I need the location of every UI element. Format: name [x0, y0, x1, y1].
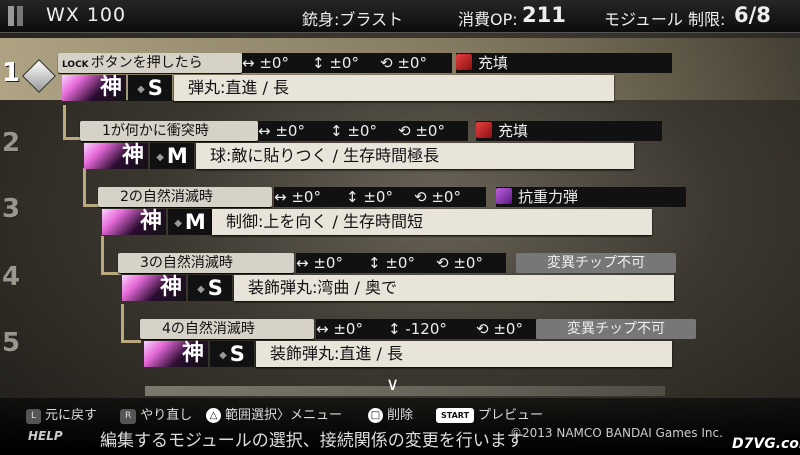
module-condition[interactable]: LOCK ボタンを押したら — [58, 53, 242, 73]
module-angles[interactable]: ↔ ±0° ↕ ±0° ⟲ ±0° — [296, 253, 506, 273]
bullet-description[interactable]: 弾丸:直進 / 長 — [174, 75, 614, 101]
op-label: 消費OP: — [458, 10, 518, 29]
bullet-size: ◆ M — [168, 209, 212, 235]
bullet-size: ◆ S — [210, 341, 254, 367]
weapon-icon — [8, 6, 23, 26]
bullet-description[interactable]: 制御:上を向く / 生存時間短 — [212, 209, 652, 235]
chip-icon — [496, 188, 512, 204]
watermark: D7VG.com — [732, 436, 800, 452]
chip-icon — [456, 54, 472, 70]
no-chip-label: 変異チップ不可 — [516, 253, 676, 273]
element-god: 神 — [144, 341, 208, 367]
delete-button[interactable]: □ 削除 — [368, 404, 413, 423]
scroll-down-chevron-icon[interactable]: ∨ — [386, 374, 399, 395]
bullet-description[interactable]: 球:敵に貼りつく / 生存時間極長 — [196, 143, 634, 169]
help-hint: 編集するモジュールの選択、接続関係の変更を行います — [100, 431, 524, 451]
next-module-partial — [145, 386, 665, 396]
tree-line — [63, 105, 66, 139]
range-select-button[interactable]: △ 範囲選択〉メニュー — [206, 404, 342, 423]
tree-line — [101, 236, 104, 274]
element-god: 神 — [102, 209, 166, 235]
bullet-size: ◆ S — [128, 75, 172, 101]
row-number-5: 5 — [2, 328, 21, 358]
module-limit-value: 6/8 — [734, 3, 771, 27]
tree-line — [83, 168, 86, 206]
element-god: 神 — [122, 275, 186, 301]
module-condition[interactable]: 2の自然消滅時 — [98, 187, 272, 207]
module-condition[interactable]: 4の自然消滅時 — [140, 319, 314, 339]
bullet-size: ◆ M — [150, 143, 194, 169]
mutation-chip[interactable]: 抗重力弾 — [496, 187, 686, 207]
bullet-description[interactable]: 装飾弾丸:湾曲 / 奥で — [234, 275, 674, 301]
module-angles[interactable]: ↔ ±0° ↕ ±0° ⟲ ±0° — [242, 53, 452, 73]
undo-button[interactable]: L 元に戻す — [26, 404, 97, 424]
module-condition[interactable]: 3の自然消滅時 — [118, 253, 294, 273]
op-value: 211 — [522, 3, 566, 27]
mutation-chip[interactable]: 充填 — [476, 121, 662, 141]
redo-button[interactable]: R やり直し — [120, 404, 192, 424]
tree-line — [121, 304, 124, 342]
module-condition[interactable]: 1が何かに衝突時 — [80, 121, 258, 141]
mutation-chip[interactable]: 充填 — [456, 53, 672, 73]
row-number-3: 3 — [2, 194, 21, 224]
footer-bar: L 元に戻す R やり直し △ 範囲選択〉メニュー □ 削除 START プレビュー HE… — [0, 398, 800, 455]
row-number-4: 4 — [2, 262, 21, 292]
chip-icon — [476, 122, 492, 138]
weapon-name: WX 100 — [46, 4, 127, 26]
module-limit-label: モジュール 制限: — [604, 10, 726, 29]
module-angles[interactable]: ↔ ±0° ↕ ±0° ⟲ ±0° — [258, 121, 468, 141]
module-angles[interactable]: ↔ ±0° ↕ -120° ⟲ ±0° — [316, 319, 536, 339]
row-number-1: 1 — [2, 58, 21, 88]
lock-label: LOCK — [62, 60, 89, 70]
copyright: ©2013 NAMCO BANDAI Games Inc. — [510, 426, 723, 440]
no-chip-label: 変異チップ不可 — [536, 319, 696, 339]
barrel-type: 銃身:ブラスト — [302, 10, 404, 29]
tree-line — [121, 340, 141, 343]
row-number-2: 2 — [2, 128, 21, 158]
element-god: 神 — [84, 143, 148, 169]
bullet-description[interactable]: 装飾弾丸:直進 / 長 — [256, 341, 672, 367]
header-bar: WX 100 銃身:ブラスト 消費OP: 211 モジュール 制限: 6/8 — [0, 0, 800, 33]
module-angles[interactable]: ↔ ±0° ↕ ±0° ⟲ ±0° — [274, 187, 486, 207]
bullet-size: ◆ S — [188, 275, 232, 301]
help-label[interactable]: HELP — [28, 429, 63, 443]
element-god: 神 — [62, 75, 126, 101]
preview-button[interactable]: START プレビュー — [436, 404, 543, 423]
